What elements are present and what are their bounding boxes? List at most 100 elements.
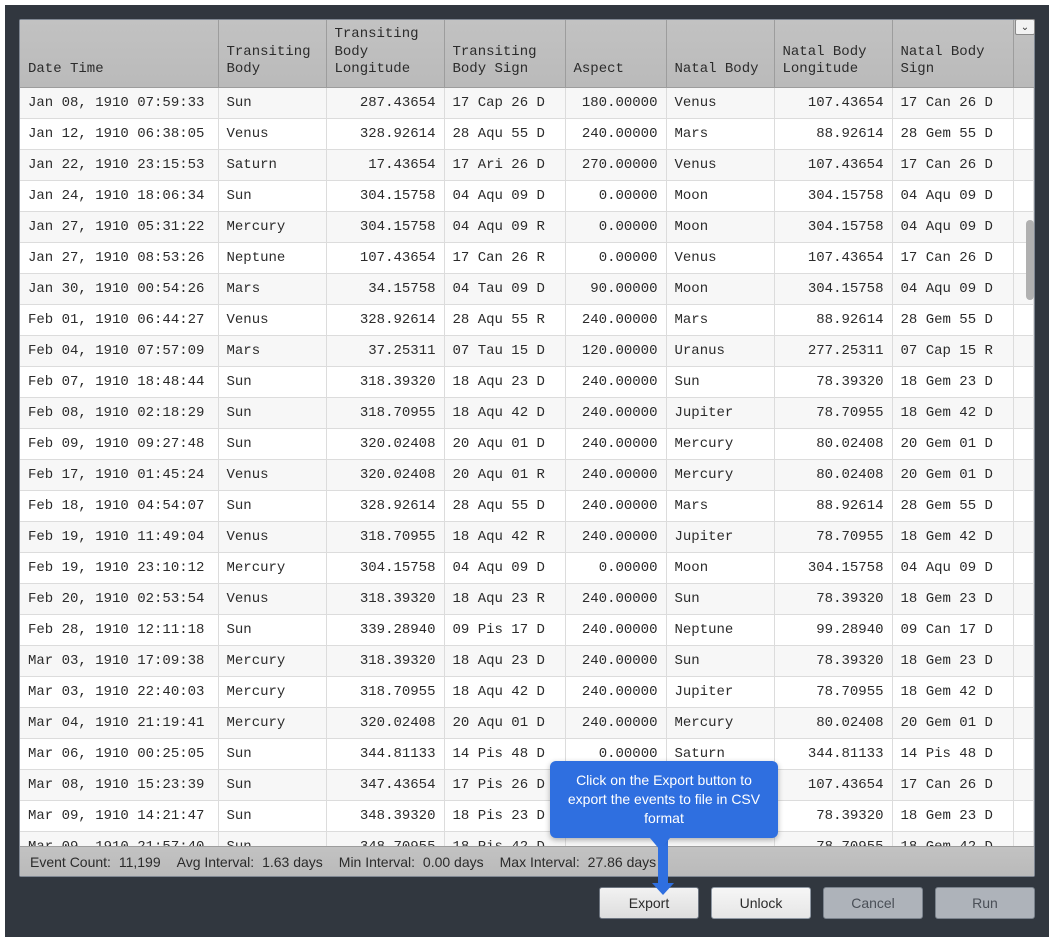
cell-aspect: 120.00000 bbox=[565, 335, 666, 366]
cell-natal-sign: 18 Gem 23 D bbox=[892, 645, 1013, 676]
table-row[interactable]: Feb 18, 1910 04:54:07Sun328.9261428 Aqu … bbox=[20, 490, 1034, 521]
cell-transiting-body: Mercury bbox=[218, 211, 326, 242]
cell-natal-body: Moon bbox=[666, 273, 774, 304]
cell-date-time: Jan 22, 1910 23:15:53 bbox=[20, 149, 218, 180]
table-row[interactable]: Mar 06, 1910 00:25:05Sun344.8113314 Pis … bbox=[20, 738, 1034, 769]
run-button[interactable]: Run bbox=[935, 887, 1035, 919]
th-natal-longitude[interactable]: Natal Body Longitude bbox=[774, 20, 892, 87]
cell-date-time: Mar 09, 1910 14:21:47 bbox=[20, 800, 218, 831]
table-row[interactable]: Jan 22, 1910 23:15:53Saturn17.4365417 Ar… bbox=[20, 149, 1034, 180]
cell-natal-body: Venus bbox=[666, 87, 774, 118]
cell-transiting-body: Sun bbox=[218, 366, 326, 397]
cell-date-time: Jan 27, 1910 08:53:26 bbox=[20, 242, 218, 273]
th-transiting-longitude[interactable]: Transiting Body Longitude bbox=[326, 20, 444, 87]
cell-aspect: 0.00000 bbox=[565, 552, 666, 583]
cell-transiting-longitude: 107.43654 bbox=[326, 242, 444, 273]
table-row[interactable]: Jan 27, 1910 08:53:26Neptune107.4365417 … bbox=[20, 242, 1034, 273]
cell-transiting-longitude: 318.70955 bbox=[326, 676, 444, 707]
cell-natal-longitude: 80.02408 bbox=[774, 459, 892, 490]
table-row[interactable]: Feb 17, 1910 01:45:24Venus320.0240820 Aq… bbox=[20, 459, 1034, 490]
cell-natal-body: Moon bbox=[666, 552, 774, 583]
table-row[interactable]: Mar 04, 1910 21:19:41Mercury320.0240820 … bbox=[20, 707, 1034, 738]
export-button[interactable]: Export bbox=[599, 887, 699, 919]
cell-natal-sign: 20 Gem 01 D bbox=[892, 428, 1013, 459]
cell-natal-sign: 07 Cap 15 R bbox=[892, 335, 1013, 366]
cell-natal-longitude: 78.39320 bbox=[774, 645, 892, 676]
cell-transiting-body: Venus bbox=[218, 459, 326, 490]
table-row[interactable]: Feb 28, 1910 12:11:18Sun339.2894009 Pis … bbox=[20, 614, 1034, 645]
table-row[interactable]: Feb 09, 1910 09:27:48Sun320.0240820 Aqu … bbox=[20, 428, 1034, 459]
cell-transiting-body: Mercury bbox=[218, 645, 326, 676]
cell-transiting-sign: 20 Aqu 01 R bbox=[444, 459, 565, 490]
cell-natal-sign: 18 Gem 42 D bbox=[892, 521, 1013, 552]
cell-pad bbox=[1013, 490, 1034, 521]
cell-transiting-sign: 28 Aqu 55 D bbox=[444, 118, 565, 149]
cell-natal-sign: 04 Aqu 09 D bbox=[892, 273, 1013, 304]
cell-natal-longitude: 107.43654 bbox=[774, 87, 892, 118]
cell-natal-sign: 18 Gem 42 D bbox=[892, 397, 1013, 428]
th-natal-body[interactable]: Natal Body bbox=[666, 20, 774, 87]
th-aspect[interactable]: Aspect bbox=[565, 20, 666, 87]
cancel-button[interactable]: Cancel bbox=[823, 887, 923, 919]
unlock-button[interactable]: Unlock bbox=[711, 887, 811, 919]
cell-transiting-body: Sun bbox=[218, 614, 326, 645]
table-row[interactable]: Mar 03, 1910 17:09:38Mercury318.3932018 … bbox=[20, 645, 1034, 676]
table-row[interactable]: Jan 30, 1910 00:54:26Mars34.1575804 Tau … bbox=[20, 273, 1034, 304]
cell-transiting-longitude: 348.39320 bbox=[326, 800, 444, 831]
cell-aspect: 240.00000 bbox=[565, 521, 666, 552]
cell-natal-body: Uranus bbox=[666, 335, 774, 366]
cell-pad bbox=[1013, 149, 1034, 180]
table-row[interactable]: Mar 03, 1910 22:40:03Mercury318.7095518 … bbox=[20, 676, 1034, 707]
cell-pad bbox=[1013, 459, 1034, 490]
cell-natal-longitude: 107.43654 bbox=[774, 769, 892, 800]
table-row[interactable]: Jan 27, 1910 05:31:22Mercury304.1575804 … bbox=[20, 211, 1034, 242]
table-row[interactable]: Jan 12, 1910 06:38:05Venus328.9261428 Aq… bbox=[20, 118, 1034, 149]
table-row[interactable]: Jan 24, 1910 18:06:34Sun304.1575804 Aqu … bbox=[20, 180, 1034, 211]
cell-transiting-longitude: 318.39320 bbox=[326, 366, 444, 397]
table-row[interactable]: Mar 09, 1910 14:21:47Sun348.3932018 Pis … bbox=[20, 800, 1034, 831]
table-row[interactable]: Feb 07, 1910 18:48:44Sun318.3932018 Aqu … bbox=[20, 366, 1034, 397]
cell-transiting-longitude: 37.25311 bbox=[326, 335, 444, 366]
cell-pad bbox=[1013, 118, 1034, 149]
cell-transiting-longitude: 304.15758 bbox=[326, 180, 444, 211]
cell-natal-longitude: 78.70955 bbox=[774, 831, 892, 846]
avg-interval-value: 1.63 days bbox=[262, 854, 323, 870]
th-transiting-body[interactable]: Transiting Body bbox=[218, 20, 326, 87]
table-row[interactable]: Mar 09, 1910 21:57:40Sun348.7095518 Pis … bbox=[20, 831, 1034, 846]
cell-natal-sign: 18 Gem 42 D bbox=[892, 831, 1013, 846]
cell-pad bbox=[1013, 800, 1034, 831]
cell-pad bbox=[1013, 366, 1034, 397]
table-row[interactable]: Jan 08, 1910 07:59:33Sun287.4365417 Cap … bbox=[20, 87, 1034, 118]
table-row[interactable]: Feb 20, 1910 02:53:54Venus318.3932018 Aq… bbox=[20, 583, 1034, 614]
cell-pad bbox=[1013, 552, 1034, 583]
cell-natal-sign: 17 Can 26 D bbox=[892, 242, 1013, 273]
table-row[interactable]: Feb 08, 1910 02:18:29Sun318.7095518 Aqu … bbox=[20, 397, 1034, 428]
th-date-time[interactable]: Date Time bbox=[20, 20, 218, 87]
cell-natal-body: Jupiter bbox=[666, 676, 774, 707]
table-row[interactable]: Feb 19, 1910 23:10:12Mercury304.1575804 … bbox=[20, 552, 1034, 583]
table-row[interactable]: Feb 01, 1910 06:44:27Venus328.9261428 Aq… bbox=[20, 304, 1034, 335]
table-scroll-area[interactable]: Date Time Transiting Body Transiting Bod… bbox=[20, 20, 1034, 846]
cell-natal-sign: 17 Can 26 D bbox=[892, 769, 1013, 800]
cell-natal-longitude: 80.02408 bbox=[774, 707, 892, 738]
cell-transiting-sign: 18 Aqu 42 R bbox=[444, 521, 565, 552]
cell-date-time: Feb 09, 1910 09:27:48 bbox=[20, 428, 218, 459]
table-row[interactable]: Mar 08, 1910 15:23:39Sun347.4365417 Pis … bbox=[20, 769, 1034, 800]
cell-transiting-longitude: 34.15758 bbox=[326, 273, 444, 304]
cell-aspect: 240.00000 bbox=[565, 304, 666, 335]
table-row[interactable]: Feb 04, 1910 07:57:09Mars37.2531107 Tau … bbox=[20, 335, 1034, 366]
cell-transiting-longitude: 318.70955 bbox=[326, 521, 444, 552]
th-natal-sign[interactable]: Natal Body Sign bbox=[892, 20, 1013, 87]
cell-natal-longitude: 88.92614 bbox=[774, 490, 892, 521]
cell-date-time: Mar 03, 1910 22:40:03 bbox=[20, 676, 218, 707]
corner-dropdown-button[interactable]: ⌄ bbox=[1015, 19, 1035, 35]
th-transiting-sign[interactable]: Transiting Body Sign bbox=[444, 20, 565, 87]
cell-transiting-sign: 18 Aqu 42 D bbox=[444, 397, 565, 428]
cell-aspect: 240.00000 bbox=[565, 397, 666, 428]
cell-natal-sign: 18 Gem 23 D bbox=[892, 583, 1013, 614]
table-row[interactable]: Feb 19, 1910 11:49:04Venus318.7095518 Aq… bbox=[20, 521, 1034, 552]
cell-transiting-longitude: 320.02408 bbox=[326, 707, 444, 738]
cell-pad bbox=[1013, 87, 1034, 118]
vertical-scrollbar-thumb[interactable] bbox=[1026, 220, 1034, 300]
cell-transiting-body: Mercury bbox=[218, 676, 326, 707]
